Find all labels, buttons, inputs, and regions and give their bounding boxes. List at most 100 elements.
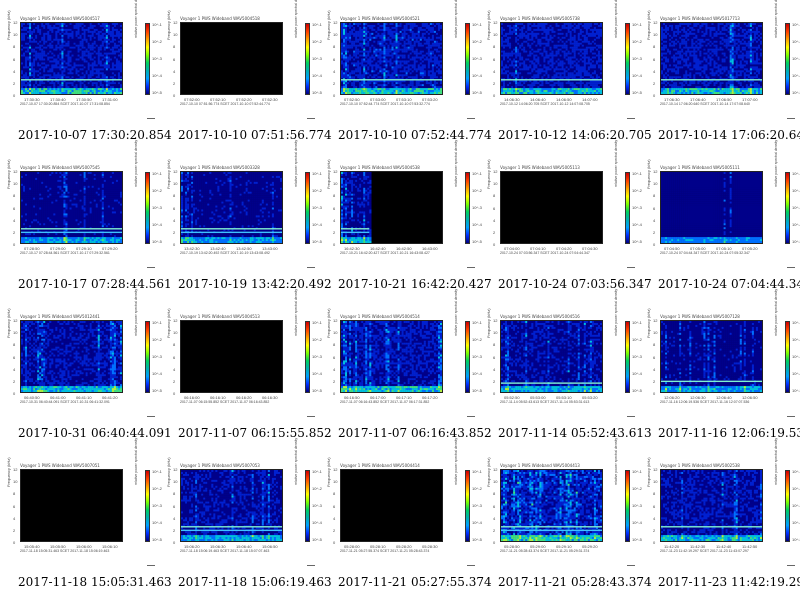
spectrogram-cell [501,86,504,89]
spectrogram-cell [571,40,574,43]
spectrogram-cell [519,42,522,45]
spectrogram-cell [379,28,382,32]
spectrogram-cell [541,90,544,93]
spectrogram-cell [557,30,560,34]
spectrogram-cell [369,82,372,85]
spectrogram-cell [373,58,376,61]
spectrogram-cell [357,54,360,57]
spectrogram-cell [65,24,68,28]
spectrogram-cell [113,82,117,85]
spectrogram-cell [381,68,384,71]
spectrogram-cell [89,90,92,93]
spectrogram-cell [29,28,32,32]
spectrogram-cell [501,30,504,34]
spectrogram-cell [67,90,70,93]
spectrogram-cell [359,76,362,79]
spectrogram-cell [21,46,24,49]
spectrogram-cell [537,42,540,45]
spectrogram-cell [415,36,418,39]
spectrogram-cell [53,76,56,79]
spectrogram-cell [105,54,109,57]
spectrogram-cell [555,23,558,26]
spectrogram-cell [71,34,74,37]
spectrogram-cell [397,70,400,73]
spectrogram-cell [525,52,528,55]
spectrogram-cell [513,70,516,73]
spectrogram-cell [55,34,58,37]
spectrogram-cell [67,56,70,59]
spectrogram-cell [53,80,56,83]
spectrogram-cell [107,26,111,30]
spectrogram-cell [109,56,113,59]
spectrogram-cell [403,26,406,30]
spectrogram-cell [383,52,386,55]
spectrogram-cell [509,66,512,69]
spectrogram-cell [361,23,364,26]
spectrogram-cell [33,76,36,79]
spectrogram-cell [547,62,550,65]
spectrogram-cell [371,66,374,69]
spectrogram-cell [403,82,406,85]
spectrogram-cell [569,42,572,45]
spectrogram-cell [65,36,68,39]
spectrogram-cell [381,58,384,61]
spectrogram-cell [101,54,105,57]
spectrogram-cell [415,82,418,85]
spectrogram-cell [117,54,121,57]
spectrogram-cell [51,56,54,59]
spectrogram-cell [431,44,435,47]
spectrogram-cell [105,40,109,43]
spectrogram-cell [409,32,412,36]
spectrogram-cell [547,32,550,36]
spectrogram-cell [33,88,36,91]
spectrogram-cell [365,86,368,89]
spectrogram-cell [383,46,386,49]
spectrogram-cell [409,72,412,75]
spectrogram-cell [533,86,536,89]
spectrogram-cell [545,23,548,26]
spectrogram-cell [405,58,408,61]
spectrogram-cell [343,82,346,85]
spectrogram-cell [103,46,107,49]
spectrogram-cell [41,92,44,94]
spectrogram-cell [505,90,508,93]
spectrogram-cell [349,90,352,93]
spectrogram-cell [41,58,44,61]
spectrogram-cell [67,32,70,36]
spectrogram-cell [567,44,570,47]
spectrogram-cell [347,66,350,69]
spectrogram-cell [413,92,416,94]
spectrogram-cell [345,54,348,57]
spectrogram-cell [345,90,348,93]
spectrogram-cell [375,72,378,75]
spectrogram-cell [87,64,90,67]
spectrogram-cell [547,54,550,57]
spectrogram-cell [513,38,516,41]
spectrogram-cell [505,84,508,87]
spectrogram-cell [379,74,382,77]
spectrogram-cell [21,70,24,73]
spectrogram-cell [23,82,26,85]
spectrogram-cell [559,52,562,55]
spectrogram-cell [561,88,564,91]
spectrogram-cell [411,60,414,63]
spectrogram-cell [71,42,74,45]
spectrogram-cell [117,40,121,43]
spectrogram-cell [559,76,562,79]
spectrogram-cell [377,46,380,49]
spectrogram-cell [349,52,352,55]
spectrogram-cell [519,68,522,71]
spectrogram-cell [369,74,372,77]
spectrogram-cell [71,32,74,36]
spectrogram-cell [347,32,350,36]
spectrogram-cell [553,38,556,41]
spectrogram-cell [101,36,105,39]
spectrogram-cell [51,60,54,63]
spectrogram-cell [369,44,372,47]
spectrogram-cell [67,38,70,41]
spectrogram-cell [557,92,560,94]
spectrogram-cell [51,48,54,51]
spectrogram-cell [437,74,441,77]
spectrogram-cell [83,80,86,83]
spectrogram-cell [397,26,400,30]
